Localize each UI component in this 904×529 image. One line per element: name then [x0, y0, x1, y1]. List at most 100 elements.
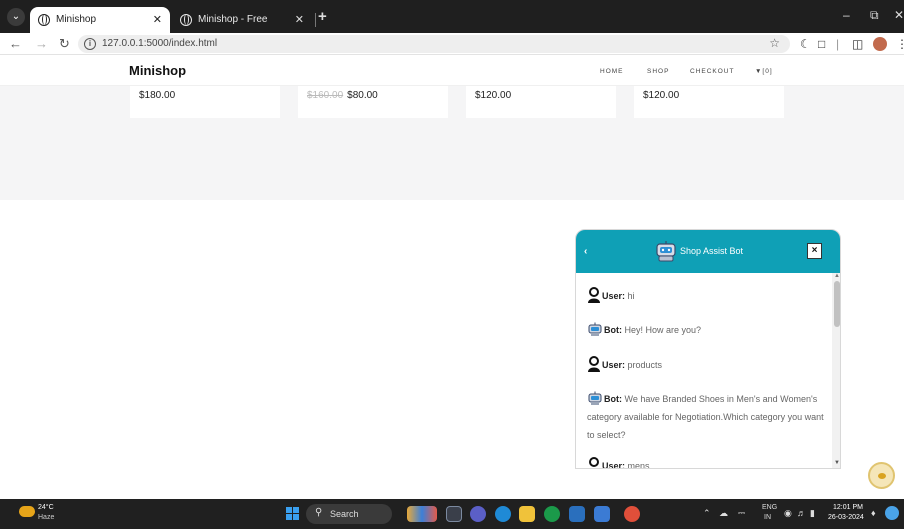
- chevron-left-icon[interactable]: ‹: [584, 246, 587, 257]
- bookmark-star-icon[interactable]: ☆: [769, 36, 780, 50]
- product-price: $160.00 $80.00: [307, 90, 378, 101]
- user-icon: [589, 457, 599, 467]
- close-window-icon[interactable]: ✕: [894, 8, 904, 22]
- tab-minishop[interactable]: Minishop ✕: [30, 7, 170, 33]
- product-card[interactable]: $180.00: [130, 86, 280, 118]
- nav-shop[interactable]: SHOP: [647, 68, 669, 75]
- clock-date[interactable]: 26-03-2024: [828, 514, 864, 521]
- scroll-down-icon[interactable]: ▼: [834, 460, 840, 466]
- chat-message: User: mens: [587, 457, 825, 469]
- new-tab-button[interactable]: +: [318, 8, 327, 25]
- tab-separator: [315, 13, 316, 27]
- language-indicator[interactable]: ENG: [762, 504, 777, 511]
- toolbar-divider: |: [836, 37, 840, 51]
- product-card[interactable]: $160.00 $80.00: [298, 86, 448, 118]
- message-sender: Bot: [604, 394, 619, 404]
- message-sender: User: [602, 461, 623, 469]
- chevron-up-icon[interactable]: ⌃: [703, 508, 711, 519]
- chatbot-title: Shop Assist Bot: [680, 246, 744, 256]
- message-text: mens: [627, 461, 650, 469]
- region-indicator: IN: [764, 514, 771, 521]
- product-price: $180.00: [139, 90, 176, 101]
- chat-messages: User: hi Bot: Hey! How are you? User: pr…: [576, 273, 832, 469]
- chrome-active-icon[interactable]: [624, 506, 640, 522]
- chat-scrollbar[interactable]: ▲ ▼: [832, 273, 840, 468]
- search-label: Search: [330, 509, 359, 519]
- scroll-up-icon[interactable]: ▲: [834, 273, 840, 279]
- url-text: 127.0.0.1:5000/index.html: [102, 38, 218, 49]
- chrome-icon[interactable]: [544, 506, 560, 522]
- wifi-icon[interactable]: ◉: [784, 508, 792, 519]
- taskbar-search[interactable]: ⚲ Search: [306, 504, 392, 524]
- message-text: We have Branded Shoes in Men's and Women…: [587, 394, 824, 440]
- chat-message: Bot: Hey! How are you?: [587, 321, 825, 339]
- browser-menu-icon[interactable]: ⋮: [896, 37, 904, 51]
- browser-toolbar: ← → ↻ i 127.0.0.1:5000/index.html ☆ ☾ □ …: [0, 33, 904, 55]
- profile-avatar[interactable]: [873, 37, 887, 51]
- message-sender: User: [602, 360, 623, 370]
- vscode-icon[interactable]: [569, 506, 585, 522]
- close-tab-icon[interactable]: ✕: [153, 7, 162, 33]
- widgets-icon[interactable]: [407, 506, 437, 522]
- message-text: products: [627, 360, 663, 370]
- chatbot-window: ‹ Shop Assist Bot × User: hi Bot: Hey! H…: [575, 229, 841, 469]
- site-globe-icon: [180, 14, 192, 26]
- address-bar[interactable]: i 127.0.0.1:5000/index.html ☆: [78, 35, 790, 53]
- volume-icon[interactable]: ♬: [797, 508, 806, 518]
- forward-icon[interactable]: →: [35, 36, 48, 51]
- product-card[interactable]: $120.00: [466, 86, 616, 118]
- task-view-icon[interactable]: [446, 506, 462, 522]
- chatbot-header: ‹ Shop Assist Bot ×: [576, 230, 840, 273]
- extensions-icon[interactable]: □: [818, 37, 825, 51]
- site-brand[interactable]: Minishop: [129, 63, 186, 78]
- battery-icon[interactable]: ▮: [810, 508, 815, 519]
- notification-bell-icon[interactable]: ♦: [871, 508, 876, 518]
- old-price: $160.00: [307, 90, 344, 101]
- site-info-icon[interactable]: i: [84, 38, 96, 50]
- site-navbar: Minishop HOME SHOP CHECKOUT ▼[0]: [0, 56, 904, 86]
- product-price: $120.00: [475, 90, 512, 101]
- browser-tab-strip: ⌄ Minishop ✕ Minishop - Free Bootstrap 4…: [0, 0, 904, 51]
- close-chat-button[interactable]: ×: [807, 243, 822, 259]
- search-icon: ⚲: [315, 507, 323, 518]
- file-explorer-icon[interactable]: [519, 506, 535, 522]
- minimize-icon[interactable]: –: [843, 8, 850, 22]
- clock-time[interactable]: 12:01 PM: [833, 504, 863, 511]
- tab-title: Minishop: [56, 14, 97, 25]
- close-tab-icon[interactable]: ✕: [295, 7, 304, 33]
- windows-start-icon[interactable]: [286, 507, 299, 520]
- windows-taskbar: 24°C Haze ⚲ Search ⌃ ☁ ⎓ ENG IN ◉ ♬ ▮ 12…: [0, 499, 904, 529]
- user-icon: [588, 356, 600, 372]
- cloud-icon[interactable]: ☁: [719, 508, 728, 519]
- weather-haze-icon[interactable]: [19, 506, 35, 517]
- nav-cart[interactable]: ▼[0]: [755, 68, 773, 75]
- reload-icon[interactable]: ↻: [59, 36, 70, 52]
- dark-mode-icon[interactable]: ☾: [800, 37, 811, 51]
- teams-chat-icon[interactable]: [470, 506, 486, 522]
- product-price: $120.00: [643, 90, 680, 101]
- chat-message: Bot: We have Branded Shoes in Men's and …: [587, 390, 825, 444]
- chat-message: User: products: [587, 356, 825, 374]
- nav-checkout[interactable]: CHECKOUT: [690, 68, 734, 75]
- chat-toggle-button[interactable]: [868, 462, 895, 489]
- tab-search-icon[interactable]: ⌄: [7, 8, 25, 26]
- restore-icon[interactable]: ⧉: [870, 8, 879, 23]
- scrollbar-thumb[interactable]: [834, 281, 840, 327]
- products-section: $180.00 $160.00 $80.00 $120.00 $120.00: [0, 86, 904, 200]
- store-icon[interactable]: [594, 506, 610, 522]
- tab-minishop-template[interactable]: Minishop - Free Bootstrap 4 Te ✕: [172, 7, 316, 51]
- product-card[interactable]: $120.00: [634, 86, 784, 118]
- chat-message: User: hi: [587, 287, 825, 305]
- back-icon[interactable]: ←: [9, 36, 22, 51]
- site-globe-icon: [38, 14, 50, 26]
- bot-icon: [588, 391, 602, 405]
- copilot-icon[interactable]: [885, 506, 899, 520]
- bot-icon: [588, 322, 602, 336]
- onedrive-icon[interactable]: ⎓: [738, 508, 745, 519]
- message-text: Hey! How are you?: [624, 325, 702, 335]
- side-panel-icon[interactable]: ◫: [852, 37, 863, 51]
- weather-temperature: 24°C: [38, 504, 54, 511]
- nav-home[interactable]: HOME: [600, 68, 624, 75]
- user-icon: [588, 287, 600, 303]
- edge-icon[interactable]: [495, 506, 511, 522]
